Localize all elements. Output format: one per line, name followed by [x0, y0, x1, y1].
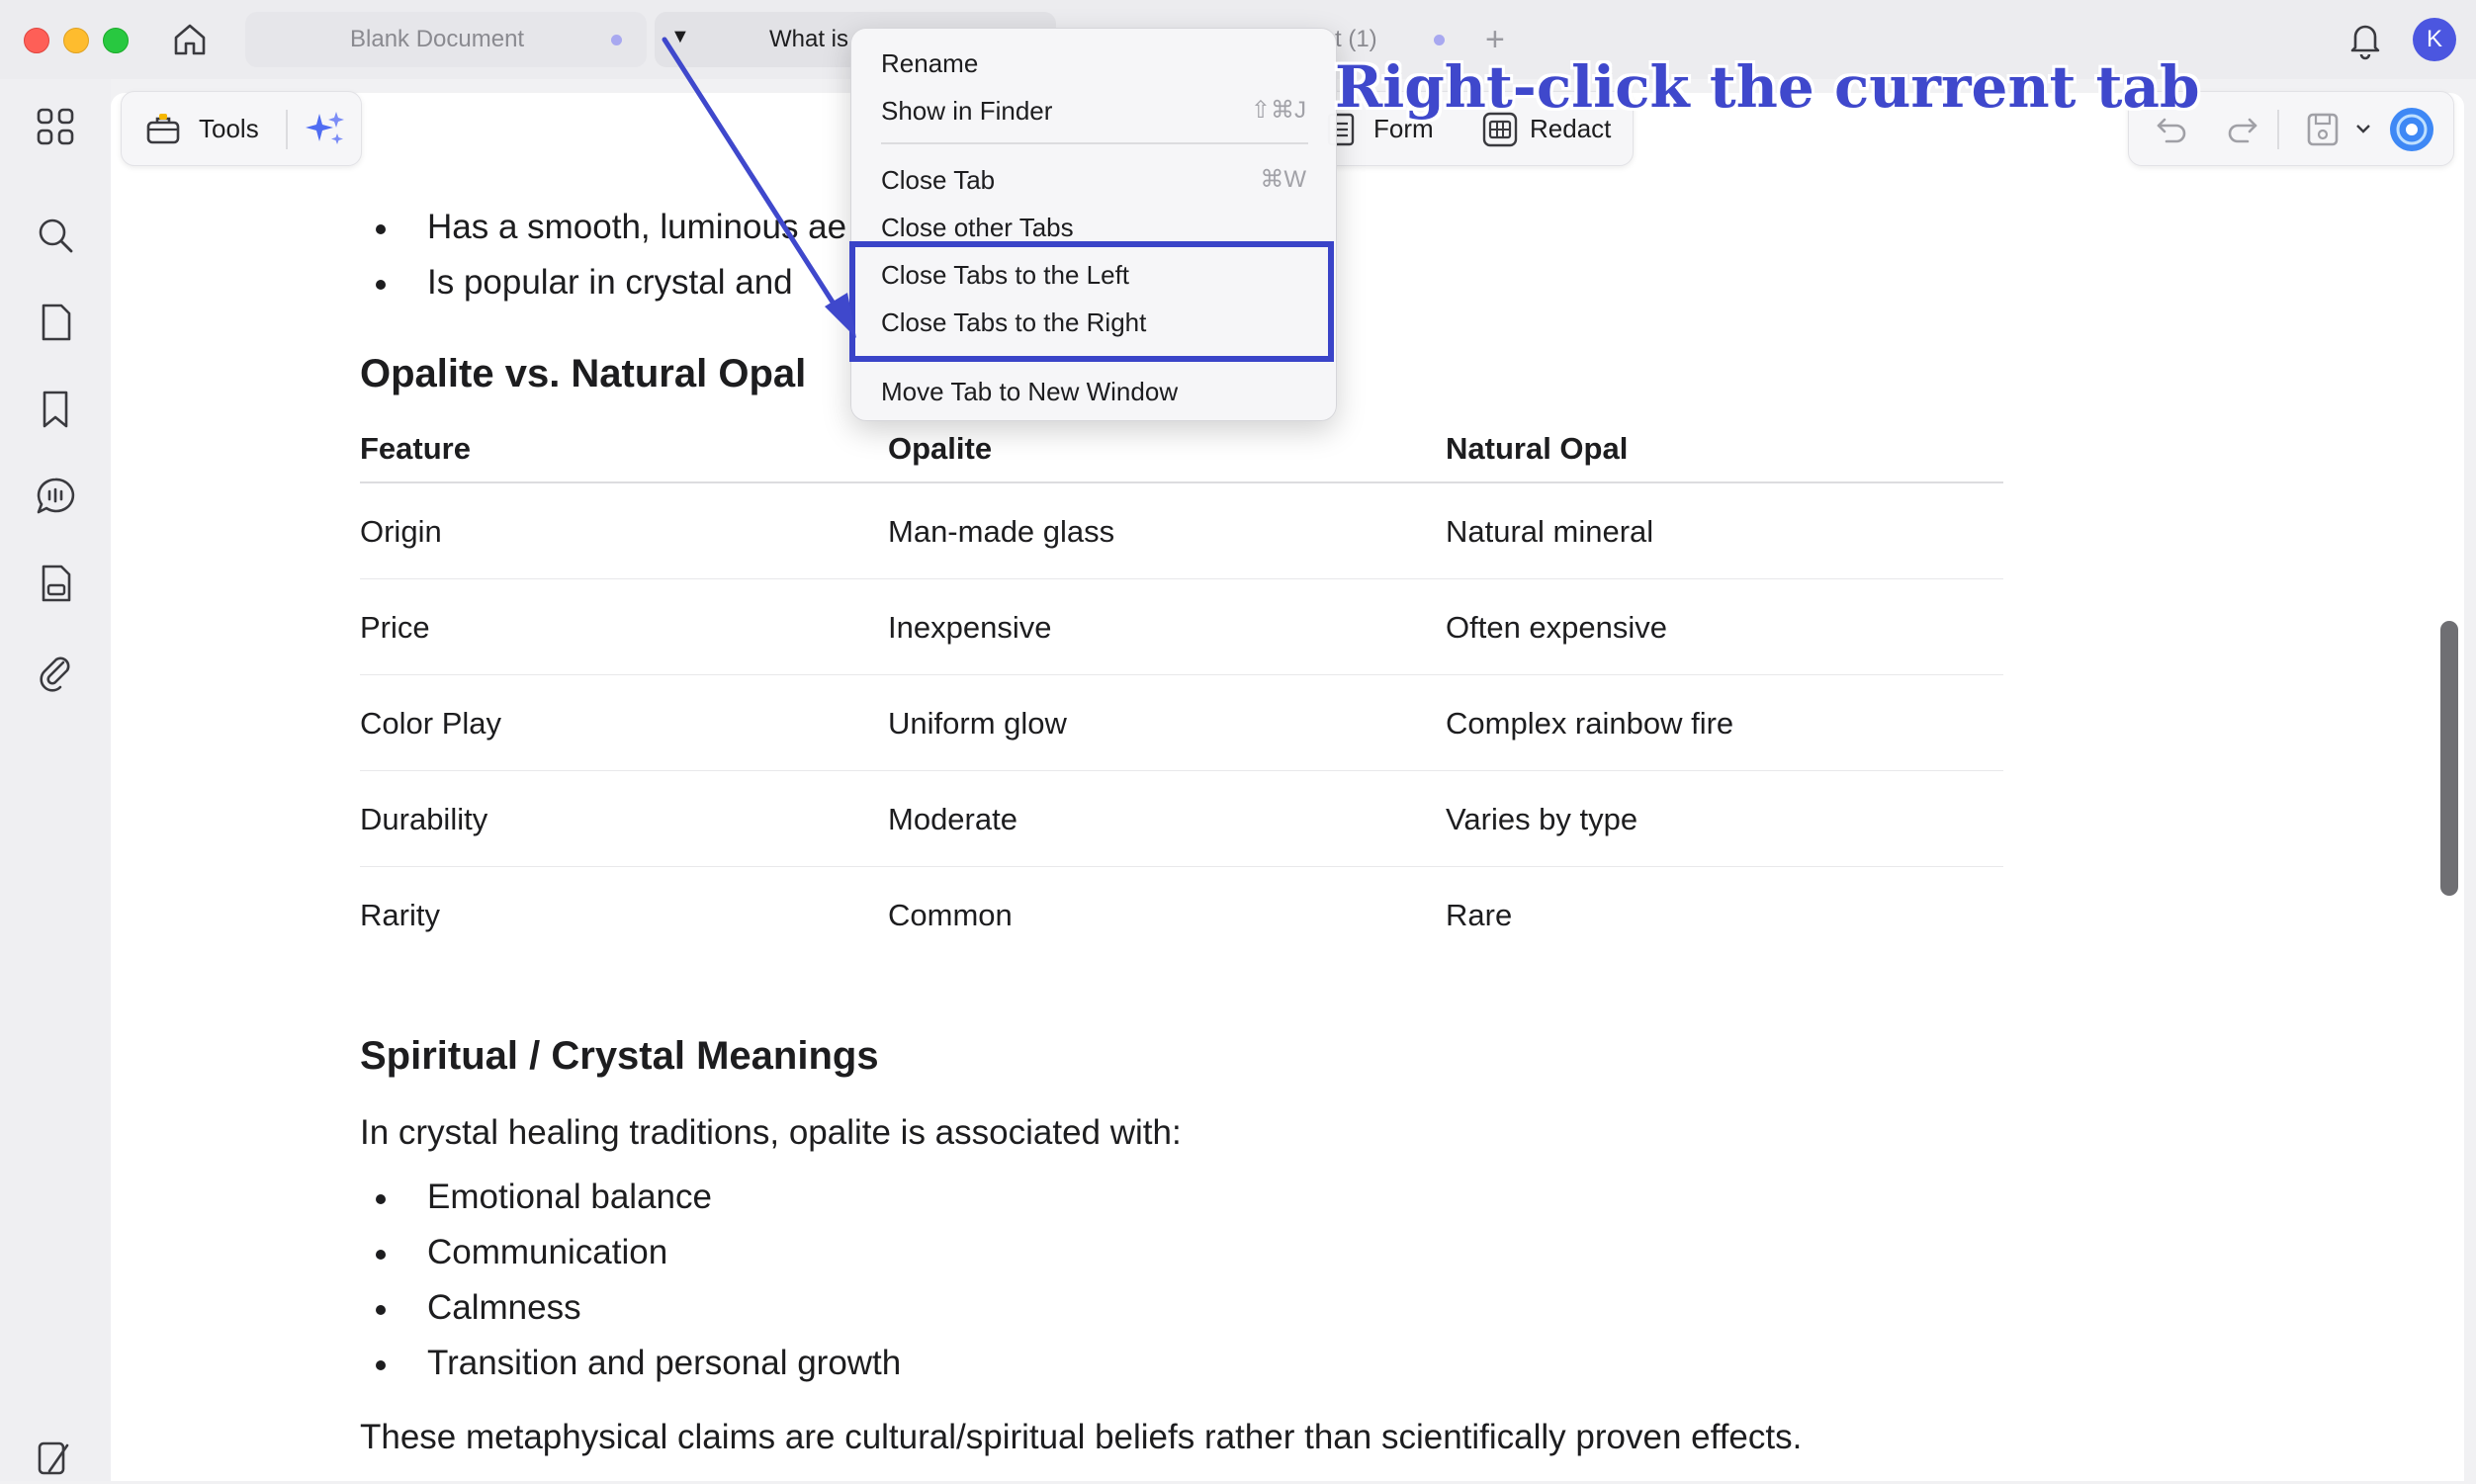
bullet-text: Is popular in crystal and [427, 263, 793, 302]
bullet-text: Has a smooth, luminous ae [427, 208, 847, 246]
bullet-text: Calmness [427, 1288, 581, 1327]
grid-apps-icon[interactable] [34, 105, 77, 148]
section-heading: Spiritual / Crystal Meanings [360, 1034, 879, 1078]
menu-item-show-in-finder[interactable]: Show in Finder [881, 96, 1052, 127]
tools-button[interactable]: Tools [199, 114, 259, 144]
table-header-opalite: Opalite [888, 431, 993, 466]
save-options-chevron-icon[interactable] [2354, 120, 2372, 137]
toolbar-divider [2277, 110, 2279, 149]
menu-separator [881, 142, 1308, 144]
table-row-rule [360, 866, 2003, 867]
bullet-text: Transition and personal growth [427, 1344, 902, 1382]
save-icon[interactable] [2303, 110, 2343, 149]
table-cell: Rare [1446, 898, 1513, 932]
highlight-box [849, 241, 1334, 362]
table-cell: Uniform glow [888, 706, 1067, 741]
annotation-callout: Right-click the current tab [1335, 53, 2200, 121]
minimize-window-button[interactable] [63, 28, 89, 53]
menu-shortcut: ⌘W [1260, 166, 1306, 193]
paragraph: In crystal healing traditions, opalite i… [360, 1113, 1182, 1152]
tab-blank-document[interactable]: Blank Document [245, 12, 647, 67]
toolbox-icon[interactable] [143, 110, 183, 149]
table-cell: Inexpensive [888, 610, 1052, 645]
paragraph: These metaphysical claims are cultural/s… [360, 1418, 1803, 1456]
table-cell: Common [888, 898, 1013, 932]
ai-sparkle-icon[interactable] [304, 108, 347, 151]
menu-item-close-tab[interactable]: Close Tab [881, 165, 995, 196]
table-cell: Often expensive [1446, 610, 1668, 645]
bullet-text: Emotional balance [427, 1178, 712, 1216]
bullet-icon [376, 280, 386, 290]
section-heading: Opalite vs. Natural Opal [360, 352, 807, 395]
table-header-rule [360, 481, 2003, 483]
tools-toolbar: Tools [121, 91, 362, 166]
bookmark-icon[interactable] [34, 388, 77, 431]
table-cell: Complex rainbow fire [1446, 706, 1734, 741]
close-window-button[interactable] [24, 28, 49, 53]
bullet-text: Communication [427, 1233, 668, 1271]
table-header-feature: Feature [360, 431, 471, 466]
bullet-icon [376, 1194, 386, 1204]
tab-context-menu: Rename Show in Finder ⇧⌘J Close Tab ⌘W C… [850, 28, 1337, 421]
bullet-icon [376, 1250, 386, 1260]
comment-icon[interactable] [34, 475, 77, 518]
bullet-icon [376, 1360, 386, 1370]
unsaved-dot-icon [1434, 35, 1445, 45]
page-icon[interactable] [34, 301, 77, 344]
table-cell: Origin [360, 514, 442, 549]
menu-item-close-other-tabs[interactable]: Close other Tabs [881, 213, 1074, 243]
home-icon[interactable] [170, 20, 210, 59]
ai-assistant-icon[interactable] [2388, 106, 2435, 153]
user-avatar[interactable]: K [2413, 18, 2456, 61]
table-cell: Moderate [888, 802, 1017, 836]
tab-label: Blank Document [350, 26, 525, 52]
left-sidebar [0, 79, 111, 1481]
table-cell: Man-made glass [888, 514, 1115, 549]
menu-item-rename[interactable]: Rename [881, 48, 978, 79]
unsaved-dot-icon [611, 35, 622, 45]
tab-menu-chevron-icon[interactable]: ▼ [670, 26, 690, 48]
attachment-icon[interactable] [34, 649, 77, 692]
table-cell: Durability [360, 802, 488, 836]
document-organize-icon[interactable] [34, 562, 77, 605]
bullet-icon [376, 224, 386, 234]
vertical-scrollbar[interactable] [2440, 621, 2458, 896]
table-row-rule [360, 578, 2003, 579]
table-cell: Natural mineral [1446, 514, 1654, 549]
toolbar-divider [286, 110, 288, 149]
menu-item-move-tab-new-window[interactable]: Move Tab to New Window [881, 377, 1178, 407]
search-icon[interactable] [34, 214, 77, 257]
zoom-window-button[interactable] [103, 28, 129, 53]
table-cell: Rarity [360, 898, 440, 932]
table-row-rule [360, 770, 2003, 771]
table-cell: Color Play [360, 706, 501, 741]
table-cell: Varies by type [1446, 802, 1638, 836]
sidebar-toggle-icon[interactable] [34, 1436, 77, 1479]
menu-shortcut: ⇧⌘J [1250, 97, 1306, 124]
table-cell: Price [360, 610, 430, 645]
table-row-rule [360, 674, 2003, 675]
redo-icon[interactable] [2224, 112, 2259, 147]
tab-label: t (1) [1335, 26, 1377, 52]
table-header-natural-opal: Natural Opal [1446, 431, 1629, 466]
tab-label: What is [769, 26, 849, 52]
notification-bell-icon[interactable] [2345, 18, 2385, 61]
bullet-icon [376, 1305, 386, 1315]
